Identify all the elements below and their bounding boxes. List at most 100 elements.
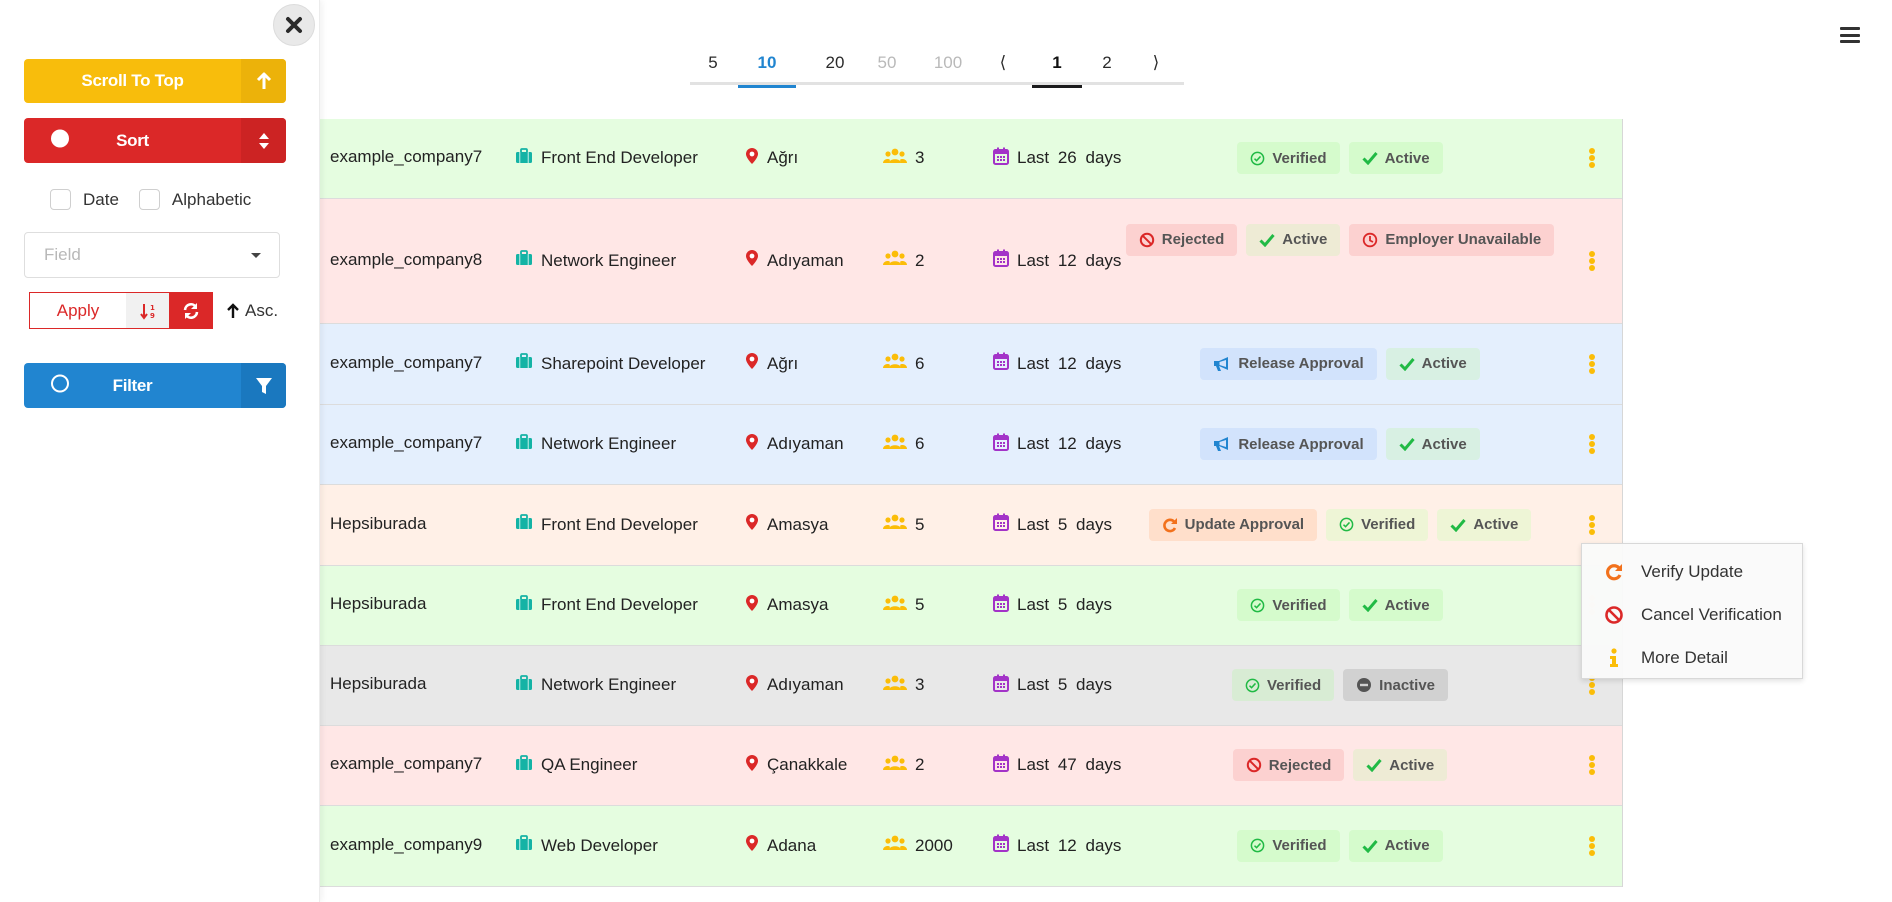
users-icon	[883, 250, 907, 271]
status-badge-label: Release Approval	[1238, 435, 1364, 453]
scroll-to-top-button[interactable]: Scroll To Top	[24, 59, 286, 103]
applicant-count: 5	[915, 514, 925, 534]
sort-label: Sort	[116, 130, 149, 150]
location-cell: Ağrı	[745, 146, 798, 170]
arrow-up-icon	[227, 302, 239, 318]
sort-order-toggle[interactable]: Asc.	[226, 301, 278, 321]
funnel-icon	[255, 377, 272, 394]
applicants-cell: 2000	[883, 834, 953, 858]
cancel-verification-menu-item[interactable]: Cancel Verification	[1582, 593, 1802, 636]
pagination-bar: 5 10 20 50 100 ⟨ 1 2 ⟩	[690, 40, 1184, 88]
sort-numeric-icon: 1 9	[139, 303, 155, 320]
row-actions-button[interactable]	[1585, 249, 1599, 273]
arrow-up-icon	[256, 72, 271, 89]
job-cell: Network Engineer	[515, 249, 676, 273]
page-size-5[interactable]: 5	[702, 40, 724, 85]
status-badge-active: Active	[1385, 428, 1480, 460]
filter-button[interactable]: Filter	[24, 363, 286, 408]
field-dropdown[interactable]: Field	[24, 232, 280, 278]
more-detail-menu-item[interactable]: More Detail	[1582, 636, 1802, 679]
job-cell: Sharepoint Developer	[515, 352, 705, 376]
row-actions-button[interactable]	[1585, 146, 1599, 170]
redo-icon	[1604, 562, 1624, 582]
job-title: Front End Developer	[541, 514, 698, 534]
briefcase-icon	[515, 835, 533, 856]
alphabetic-checkbox-box[interactable]	[138, 189, 160, 210]
row-actions-button[interactable]	[1585, 432, 1599, 456]
date-cell: Last 5 days	[993, 593, 1112, 617]
location-cell: Adıyaman	[745, 432, 844, 456]
status-badge-label: Active	[1421, 435, 1467, 453]
location-name: Ağrı	[767, 148, 799, 167]
row-actions-button[interactable]	[1585, 834, 1599, 858]
sync-icon	[183, 302, 198, 319]
row-actions-button[interactable]	[1585, 753, 1599, 777]
job-title: Web Developer	[541, 835, 658, 855]
date-cell: Last 5 days	[993, 513, 1112, 537]
status-badge-release: Release Approval	[1200, 428, 1377, 460]
date-checkbox-box[interactable]	[50, 189, 71, 210]
svg-text:9: 9	[150, 312, 155, 320]
applicants-cell: 6	[883, 432, 924, 456]
date-checkbox-label: Date	[83, 189, 119, 209]
row-actions-button[interactable]	[1585, 352, 1599, 376]
page-2[interactable]: 2	[1095, 40, 1119, 85]
job-title: Network Engineer	[541, 250, 677, 270]
status-badge-label: Active	[1473, 516, 1519, 533]
scroll-to-top-label: Scroll To Top	[81, 71, 184, 90]
location-name: Adıyaman	[767, 675, 844, 694]
status-badge-label: Rejected	[1161, 231, 1225, 248]
map-marker-icon	[745, 147, 759, 170]
verify-update-menu-item[interactable]: Verify Update	[1582, 550, 1802, 593]
company-cell: Hepsiburada	[330, 592, 426, 616]
calendar-icon	[993, 352, 1009, 375]
calendar-icon	[993, 433, 1009, 456]
apply-button[interactable]: Apply	[30, 293, 126, 328]
ban-icon	[1604, 605, 1624, 625]
check-circle-icon	[1250, 598, 1265, 613]
check-circle-icon	[1250, 838, 1265, 853]
map-marker-icon	[745, 834, 759, 857]
filter-label: Filter	[112, 375, 153, 395]
page-size-10[interactable]: 10	[738, 40, 796, 88]
status-badge-verified: Verified	[1237, 142, 1340, 174]
map-marker-icon	[745, 594, 759, 617]
page-1[interactable]: 1	[1032, 40, 1082, 88]
sort-button[interactable]: Sort	[24, 118, 286, 163]
table-row: example_company7 Front End Developer Ağrı 3…	[320, 119, 1622, 199]
status-badges: Verified Inactive	[1120, 669, 1560, 701]
ban-icon	[1246, 757, 1262, 773]
applicant-count: 5	[915, 595, 925, 614]
page-size-20[interactable]: 20	[818, 40, 852, 85]
map-marker-icon	[745, 513, 759, 536]
status-badge-active: Active	[1353, 749, 1448, 781]
reset-button[interactable]	[169, 293, 212, 328]
row-actions-button[interactable]	[1585, 513, 1599, 537]
table-row: Hepsiburada Front End Developer Amasya 5 Las…	[320, 485, 1622, 566]
map-marker-icon	[745, 352, 759, 375]
table-row: Hepsiburada Network Engineer Adıyaman 3 Last…	[320, 646, 1622, 726]
date-checkbox[interactable]: Date	[50, 189, 119, 210]
status-badge-active: Active	[1385, 347, 1480, 380]
redo-icon	[1162, 517, 1178, 533]
map-marker-icon	[745, 674, 759, 697]
date-text: Last 12 days	[1017, 434, 1122, 453]
prev-page-button[interactable]: ⟨	[992, 40, 1014, 85]
hamburger-menu-icon[interactable]	[1840, 27, 1860, 43]
numeric-sort-button[interactable]: 1 9	[126, 293, 169, 328]
location-name: Ağrı	[767, 353, 799, 373]
minus-circle-icon	[1356, 677, 1372, 693]
job-title: Sharepoint Developer	[541, 353, 706, 373]
location-cell: Adıyaman	[745, 673, 844, 697]
calendar-icon	[993, 834, 1009, 857]
close-icon	[286, 17, 302, 33]
alphabetic-checkbox[interactable]: Alphabetic	[138, 189, 252, 210]
job-listing-table: example_company7 Front End Developer Ağrı 3…	[320, 119, 1623, 887]
page-size-100: 100	[933, 52, 963, 72]
close-sidebar-button[interactable]	[273, 4, 315, 46]
alphabetic-checkbox-label: Alphabetic	[171, 189, 252, 209]
check-icon	[1399, 437, 1415, 451]
status-badge-label: Verified	[1272, 596, 1327, 614]
next-page-button[interactable]: ⟩	[1145, 40, 1167, 85]
users-icon	[883, 595, 907, 616]
